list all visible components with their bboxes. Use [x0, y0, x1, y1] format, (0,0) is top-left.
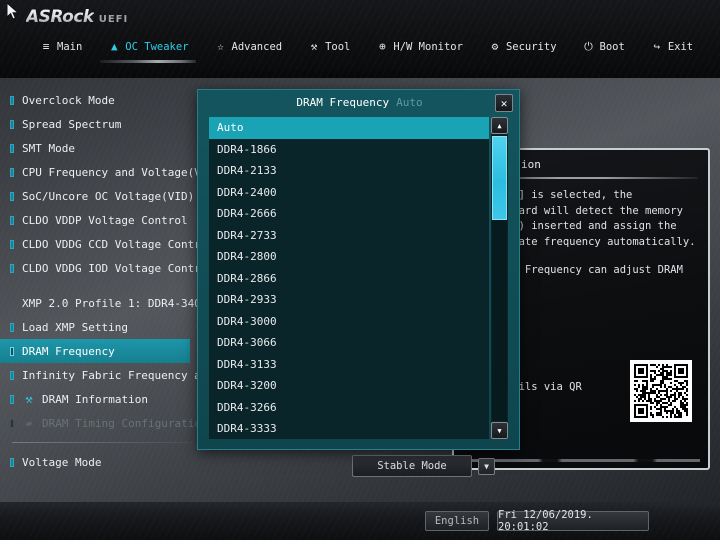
nav-tab-boot[interactable]: ⏻ Boot — [581, 38, 627, 57]
list-icon: ≡ — [42, 39, 50, 53]
option-ddr4-2400[interactable]: DDR4-2400 — [209, 182, 489, 204]
menu-divider — [12, 442, 194, 443]
menu-bullet-icon — [10, 143, 14, 153]
dialog-scrollbar[interactable]: ▲ ▼ — [491, 117, 508, 439]
menu-item-label: Spread Spectrum — [22, 117, 122, 131]
menu-item-label: Overclock Mode — [22, 93, 115, 107]
nav-tab-label: Security — [505, 40, 557, 53]
menu-item-label: Load XMP Setting — [22, 320, 128, 334]
nav-tab-label: OC Tweaker — [125, 40, 189, 53]
header-bar: ASRock UEFI ≡ Main ▲ OC Tweaker ☆ Advanced ⚒ To… — [0, 0, 720, 78]
gear-icon: ⚙ — [491, 39, 499, 53]
menu-item-label: DRAM Frequency — [22, 344, 115, 358]
menu-bullet-icon — [10, 215, 14, 225]
menu-item-label: CLDO VDDP Voltage Control — [22, 213, 188, 227]
nav-tab-label: Tool — [325, 40, 351, 53]
language-button[interactable]: English — [425, 511, 489, 531]
option-ddr4-3066[interactable]: DDR4-3066 — [209, 332, 489, 354]
menu-item-label: SMT Mode — [22, 141, 75, 155]
dialog-current-value: Auto — [396, 96, 423, 109]
scroll-down-icon[interactable]: ▼ — [491, 422, 508, 439]
option-ddr4-3266[interactable]: DDR4-3266 — [209, 397, 489, 419]
menu-bullet-icon — [10, 457, 14, 467]
menu-item-label: DRAM Information — [42, 392, 148, 406]
menu-item-label: SoC/Uncore OC Voltage(VID) — [22, 189, 195, 203]
qr-code — [630, 360, 692, 422]
menu-bullet-icon — [10, 370, 14, 380]
option-ddr4-2733[interactable]: DDR4-2733 — [209, 225, 489, 247]
stable-mode-control[interactable]: Stable Mode ▼ — [352, 455, 495, 477]
nav-tab-oc-tweaker[interactable]: ▲ OC Tweaker — [100, 38, 197, 63]
menu-item-label: CLDO VDDG CCD Voltage Control — [22, 237, 215, 251]
nav-tab-tool[interactable]: ⚒ Tool — [306, 38, 352, 57]
menu-item-label: DRAM Timing Configuration — [42, 416, 208, 430]
flame-icon: ▲ — [110, 39, 118, 53]
menu-bullet-icon — [10, 95, 14, 105]
datetime-display[interactable]: Fri 12/06/2019. 20:01:02 — [497, 509, 649, 533]
uefi-text: UEFI — [98, 14, 129, 25]
dram-frequency-option-list[interactable]: Auto DDR4-1866 DDR4-2133 DDR4-2400 DDR4-2666… — [209, 117, 489, 439]
active-tab-underline — [100, 59, 197, 63]
menu-bullet-icon — [10, 191, 14, 201]
nav-tab-main[interactable]: ≡ Main — [38, 38, 84, 57]
nav-tab-exit[interactable]: ↪ Exit — [649, 38, 695, 57]
nav-tab-security[interactable]: ⚙ Security — [487, 38, 559, 57]
menu-item-label: CLDO VDDG IOD Voltage Control — [22, 261, 215, 275]
menu-item-voltage-mode[interactable]: Voltage Mode — [0, 450, 340, 474]
option-ddr4-2933[interactable]: DDR4-2933 — [209, 289, 489, 311]
menu-bullet-icon — [10, 322, 14, 332]
nav-tab-label: Boot — [599, 40, 625, 53]
dialog-title: DRAM Frequency — [296, 96, 390, 109]
tools-icon: ⚒ — [25, 392, 33, 406]
menu-bullet-icon — [10, 167, 14, 177]
star-icon: ☆ — [217, 39, 224, 53]
power-icon: ⏻ — [584, 39, 593, 53]
gauge-icon: ⊕ — [379, 39, 386, 53]
dram-frequency-dialog: DRAM Frequency Auto ✕ Auto DDR4-1866 DDR4-… — [197, 89, 520, 450]
asrock-logo: ASRock UEFI — [26, 7, 128, 27]
close-icon[interactable]: ✕ — [495, 94, 513, 112]
dialog-title-bar: DRAM Frequency Auto — [198, 90, 521, 115]
nav-tab-h-w-monitor[interactable]: ⊕ H/W Monitor — [374, 38, 465, 57]
menu-bullet-icon — [10, 119, 14, 129]
option-ddr4-2866[interactable]: DDR4-2866 — [209, 268, 489, 290]
option-ddr4-3000[interactable]: DDR4-3000 — [209, 311, 489, 333]
nav-tab-advanced[interactable]: ☆ Advanced — [213, 38, 285, 57]
status-bar: English Fri 12/06/2019. 20:01:02 — [0, 502, 720, 540]
menu-item-label: Voltage Mode — [22, 455, 102, 469]
menu-bullet-icon — [10, 346, 14, 356]
nav-tab-label: Advanced — [231, 40, 283, 53]
stable-mode-value[interactable]: Stable Mode — [352, 455, 472, 477]
chevron-down-icon[interactable]: ▼ — [478, 457, 495, 475]
menu-group-voltage: Voltage Mode — [0, 450, 340, 474]
folder-icon: ▰ — [25, 416, 33, 430]
nav-tab-label: H/W Monitor — [393, 40, 463, 53]
exit-icon: ↪ — [653, 39, 661, 53]
option-ddr4-3333[interactable]: DDR4-3333 — [209, 418, 489, 439]
option-ddr4-1866[interactable]: DDR4-1866 — [209, 139, 489, 161]
menu-bullet-icon — [10, 239, 14, 249]
bios-screen: ASRock UEFI ≡ Main ▲ OC Tweaker ☆ Advanced ⚒ To… — [0, 0, 720, 540]
panel-footer-accent — [462, 459, 700, 462]
main-navigation: ≡ Main ▲ OC Tweaker ☆ Advanced ⚒ Tool ⊕ H/W Monit… — [0, 32, 720, 63]
scroll-up-icon[interactable]: ▲ — [491, 117, 508, 134]
tools-icon: ⚒ — [310, 39, 318, 53]
option-ddr4-2800[interactable]: DDR4-2800 — [209, 246, 489, 268]
menu-item-dram-frequency[interactable]: DRAM Frequency — [0, 339, 190, 363]
nav-tab-label: Main — [57, 40, 83, 53]
scrollbar-thumb[interactable] — [492, 136, 507, 220]
menu-bullet-icon — [10, 263, 14, 273]
brand-text: ASRock — [26, 7, 94, 27]
option-ddr4-2133[interactable]: DDR4-2133 — [209, 160, 489, 182]
menu-bullet-icon — [10, 418, 14, 428]
option-ddr4-3133[interactable]: DDR4-3133 — [209, 354, 489, 376]
menu-bullet-icon — [10, 394, 14, 404]
option-ddr4-3200[interactable]: DDR4-3200 — [209, 375, 489, 397]
option-ddr4-2666[interactable]: DDR4-2666 — [209, 203, 489, 225]
nav-tab-label: Exit — [667, 40, 694, 53]
option-auto[interactable]: Auto — [209, 117, 489, 139]
